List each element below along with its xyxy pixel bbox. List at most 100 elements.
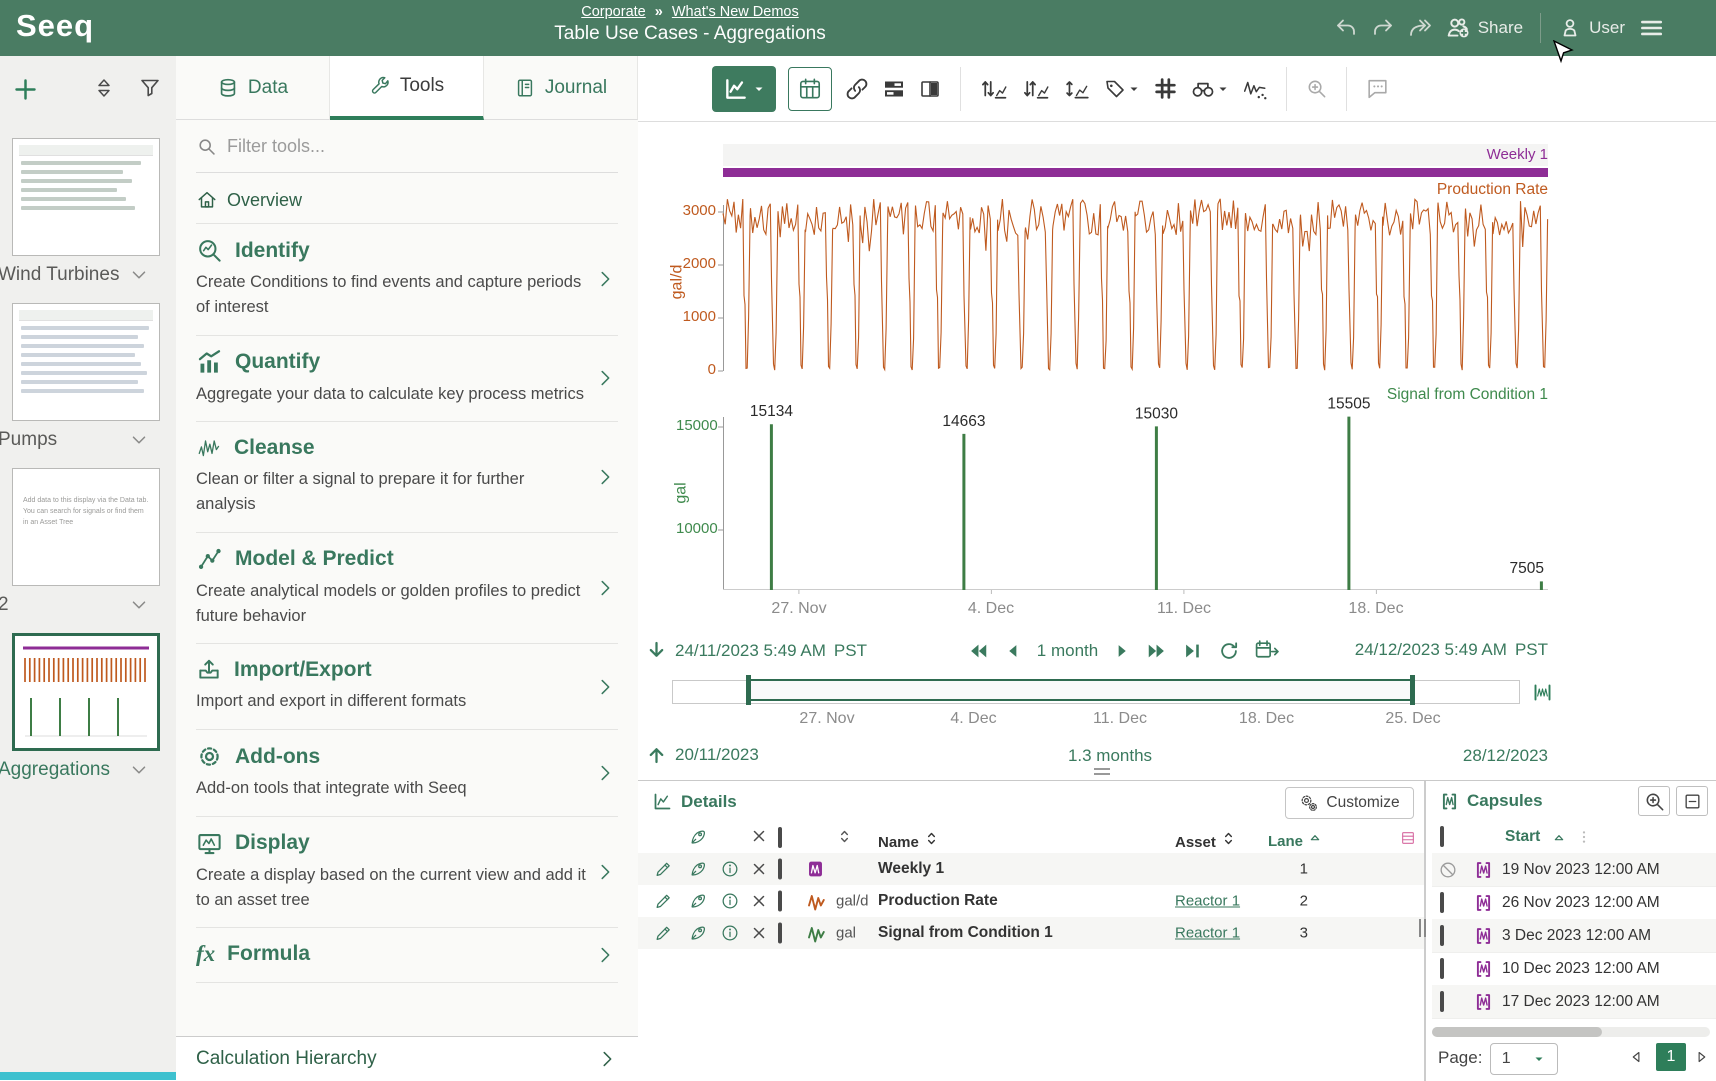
investigate-range-duration[interactable]: 1.3 months bbox=[910, 746, 1310, 766]
step-back-button[interactable] bbox=[1003, 641, 1023, 661]
panel-splitter-handle[interactable] bbox=[1094, 768, 1110, 775]
worksheet-menu-chevron-icon[interactable] bbox=[128, 429, 150, 451]
remove-all-icon[interactable] bbox=[750, 827, 768, 845]
capsule-row[interactable]: 17 Dec 2023 12:00 AM bbox=[1432, 985, 1716, 1019]
tool-item-cleanse[interactable]: Cleanse Clean or filter a signal to prep… bbox=[196, 422, 618, 533]
worksheet-preview[interactable] bbox=[12, 633, 160, 751]
worksheet-menu-chevron-icon[interactable] bbox=[128, 264, 150, 286]
weekly-1-capsule-bar[interactable] bbox=[723, 168, 1548, 177]
user-icon[interactable] bbox=[1558, 16, 1582, 40]
display-range-end[interactable]: 24/12/2023 5:49 AM bbox=[1355, 640, 1507, 660]
calculation-hierarchy-button[interactable]: Calculation Hierarchy bbox=[176, 1036, 638, 1080]
labels-button[interactable] bbox=[1103, 77, 1141, 101]
range-slider-right-handle[interactable] bbox=[1410, 675, 1415, 705]
compare-view-button[interactable] bbox=[918, 77, 942, 101]
capsule-row[interactable]: 10 Dec 2023 12:00 AM bbox=[1432, 952, 1716, 986]
sort-worksheets-icon[interactable] bbox=[92, 76, 116, 100]
step-back-fast-button[interactable] bbox=[967, 640, 989, 662]
rocket-icon[interactable] bbox=[688, 923, 708, 943]
range-slider-track[interactable] bbox=[672, 680, 1520, 704]
current-page-button[interactable]: 1 bbox=[1656, 1043, 1686, 1071]
column-menu-icon[interactable] bbox=[1576, 829, 1592, 845]
tool-item-model-predict[interactable]: Model & Predict Create analytical models… bbox=[196, 533, 618, 645]
condition-label-weekly-1[interactable]: Weekly 1 bbox=[1487, 146, 1548, 163]
range-slider-selection[interactable] bbox=[747, 679, 1414, 701]
tab-tools[interactable]: Tools bbox=[330, 56, 484, 120]
filter-tools-input[interactable]: Filter tools... bbox=[196, 120, 618, 173]
info-icon[interactable] bbox=[720, 859, 740, 879]
aggregated-bars-series[interactable]: 151341466315030155057505 bbox=[723, 393, 1548, 590]
info-icon[interactable] bbox=[720, 891, 740, 911]
range-slider-left-handle[interactable] bbox=[746, 675, 751, 705]
capsule-checkbox[interactable] bbox=[1440, 958, 1444, 979]
annotate-button[interactable] bbox=[1365, 76, 1390, 101]
capsules-hscrollbar-thumb[interactable] bbox=[1432, 1027, 1602, 1037]
column-name[interactable]: Name bbox=[878, 830, 940, 851]
user-menu-button[interactable]: User bbox=[1589, 18, 1625, 38]
zoom-button[interactable] bbox=[1305, 77, 1328, 100]
edit-icon[interactable] bbox=[654, 860, 673, 879]
browse-capsules-button[interactable] bbox=[1190, 76, 1230, 102]
column-lane[interactable]: Lane bbox=[1268, 830, 1323, 850]
tab-data[interactable]: Data bbox=[176, 56, 330, 120]
worksheet-menu-chevron-icon[interactable] bbox=[128, 594, 150, 616]
share-users-icon[interactable] bbox=[1445, 15, 1471, 41]
dimming-button[interactable] bbox=[1242, 76, 1268, 102]
row-checkbox[interactable] bbox=[778, 859, 782, 880]
tool-item-formula[interactable]: fxFormula bbox=[196, 928, 618, 983]
new-worksheet-button[interactable] bbox=[12, 76, 39, 103]
forward-icon[interactable] bbox=[1408, 16, 1432, 40]
rocket-icon[interactable] bbox=[688, 827, 708, 847]
item-name[interactable]: Weekly 1 bbox=[878, 860, 944, 878]
tool-item-import-export[interactable]: Import/Export Import and export in diffe… bbox=[196, 644, 618, 730]
worksheet-thumbnail-0[interactable] bbox=[12, 138, 162, 256]
select-all-checkbox[interactable] bbox=[778, 827, 782, 848]
remove-icon[interactable] bbox=[750, 924, 768, 942]
customize-button[interactable]: Customize bbox=[1285, 787, 1414, 819]
worksheet-preview[interactable] bbox=[12, 138, 160, 256]
capsule-row[interactable]: 19 Nov 2023 12:00 AM bbox=[1432, 853, 1716, 887]
breadcrumb-folder-link[interactable]: Corporate bbox=[581, 4, 645, 20]
lane-scale-button[interactable] bbox=[1021, 77, 1051, 101]
capsules-hscrollbar[interactable] bbox=[1432, 1027, 1710, 1037]
hamburger-menu-icon[interactable] bbox=[1638, 15, 1664, 41]
rocket-icon[interactable] bbox=[688, 859, 708, 879]
worksheet-menu-chevron-icon[interactable] bbox=[128, 759, 150, 781]
worksheet-name-3[interactable]: Aggregations bbox=[0, 759, 150, 781]
row-checkbox[interactable] bbox=[778, 923, 782, 944]
capsule-row[interactable]: 26 Nov 2023 12:00 AM bbox=[1432, 886, 1716, 920]
sort-ascending-icon[interactable] bbox=[1551, 830, 1567, 846]
tool-item-display[interactable]: Display Create a display based on the cu… bbox=[196, 817, 618, 929]
edit-icon[interactable] bbox=[654, 924, 673, 943]
info-icon[interactable] bbox=[720, 923, 740, 943]
breadcrumb-project-link[interactable]: What's New Demos bbox=[672, 4, 799, 20]
redo-icon[interactable] bbox=[1371, 16, 1395, 40]
condition-table-button[interactable] bbox=[788, 67, 832, 111]
trend-view-button[interactable] bbox=[712, 66, 776, 112]
tool-item-overview[interactable]: Overview bbox=[196, 173, 618, 224]
worksheet-name-0[interactable]: Wind Turbines bbox=[0, 264, 150, 286]
remove-icon[interactable] bbox=[750, 892, 768, 910]
capsule-checkbox[interactable] bbox=[1440, 925, 1444, 946]
gridlines-button[interactable] bbox=[1153, 76, 1178, 101]
worksheet-thumbnail-1[interactable] bbox=[12, 303, 162, 421]
filter-worksheets-icon[interactable] bbox=[138, 76, 162, 100]
capsule-checkbox[interactable] bbox=[1440, 892, 1444, 913]
select-all-capsules-checkbox[interactable] bbox=[1440, 826, 1444, 847]
undo-icon[interactable] bbox=[1334, 16, 1358, 40]
refresh-button[interactable] bbox=[1218, 640, 1240, 662]
capsule-row[interactable]: 3 Dec 2023 12:00 AM bbox=[1432, 919, 1716, 953]
link-button[interactable] bbox=[844, 76, 870, 102]
worksheet-preview[interactable]: Add data to this display via the Data ta… bbox=[12, 468, 160, 586]
share-button[interactable]: Share bbox=[1478, 18, 1523, 38]
column-asset[interactable]: Asset bbox=[1175, 830, 1237, 851]
next-page-button[interactable] bbox=[1686, 1043, 1716, 1071]
one-axis-scale-button[interactable] bbox=[1063, 77, 1091, 101]
worksheet-preview[interactable] bbox=[12, 303, 160, 421]
seeq-logo[interactable]: Seeq bbox=[16, 8, 94, 44]
display-range-start[interactable]: 24/11/2023 5:49 AM bbox=[675, 641, 826, 661]
display-range-duration[interactable]: 1 month bbox=[1037, 641, 1098, 661]
tool-item-identify[interactable]: Identify Create Conditions to find event… bbox=[196, 224, 618, 336]
item-name[interactable]: Signal from Condition 1 bbox=[878, 924, 1053, 942]
worksheet-name-2[interactable]: 2 bbox=[0, 594, 150, 616]
